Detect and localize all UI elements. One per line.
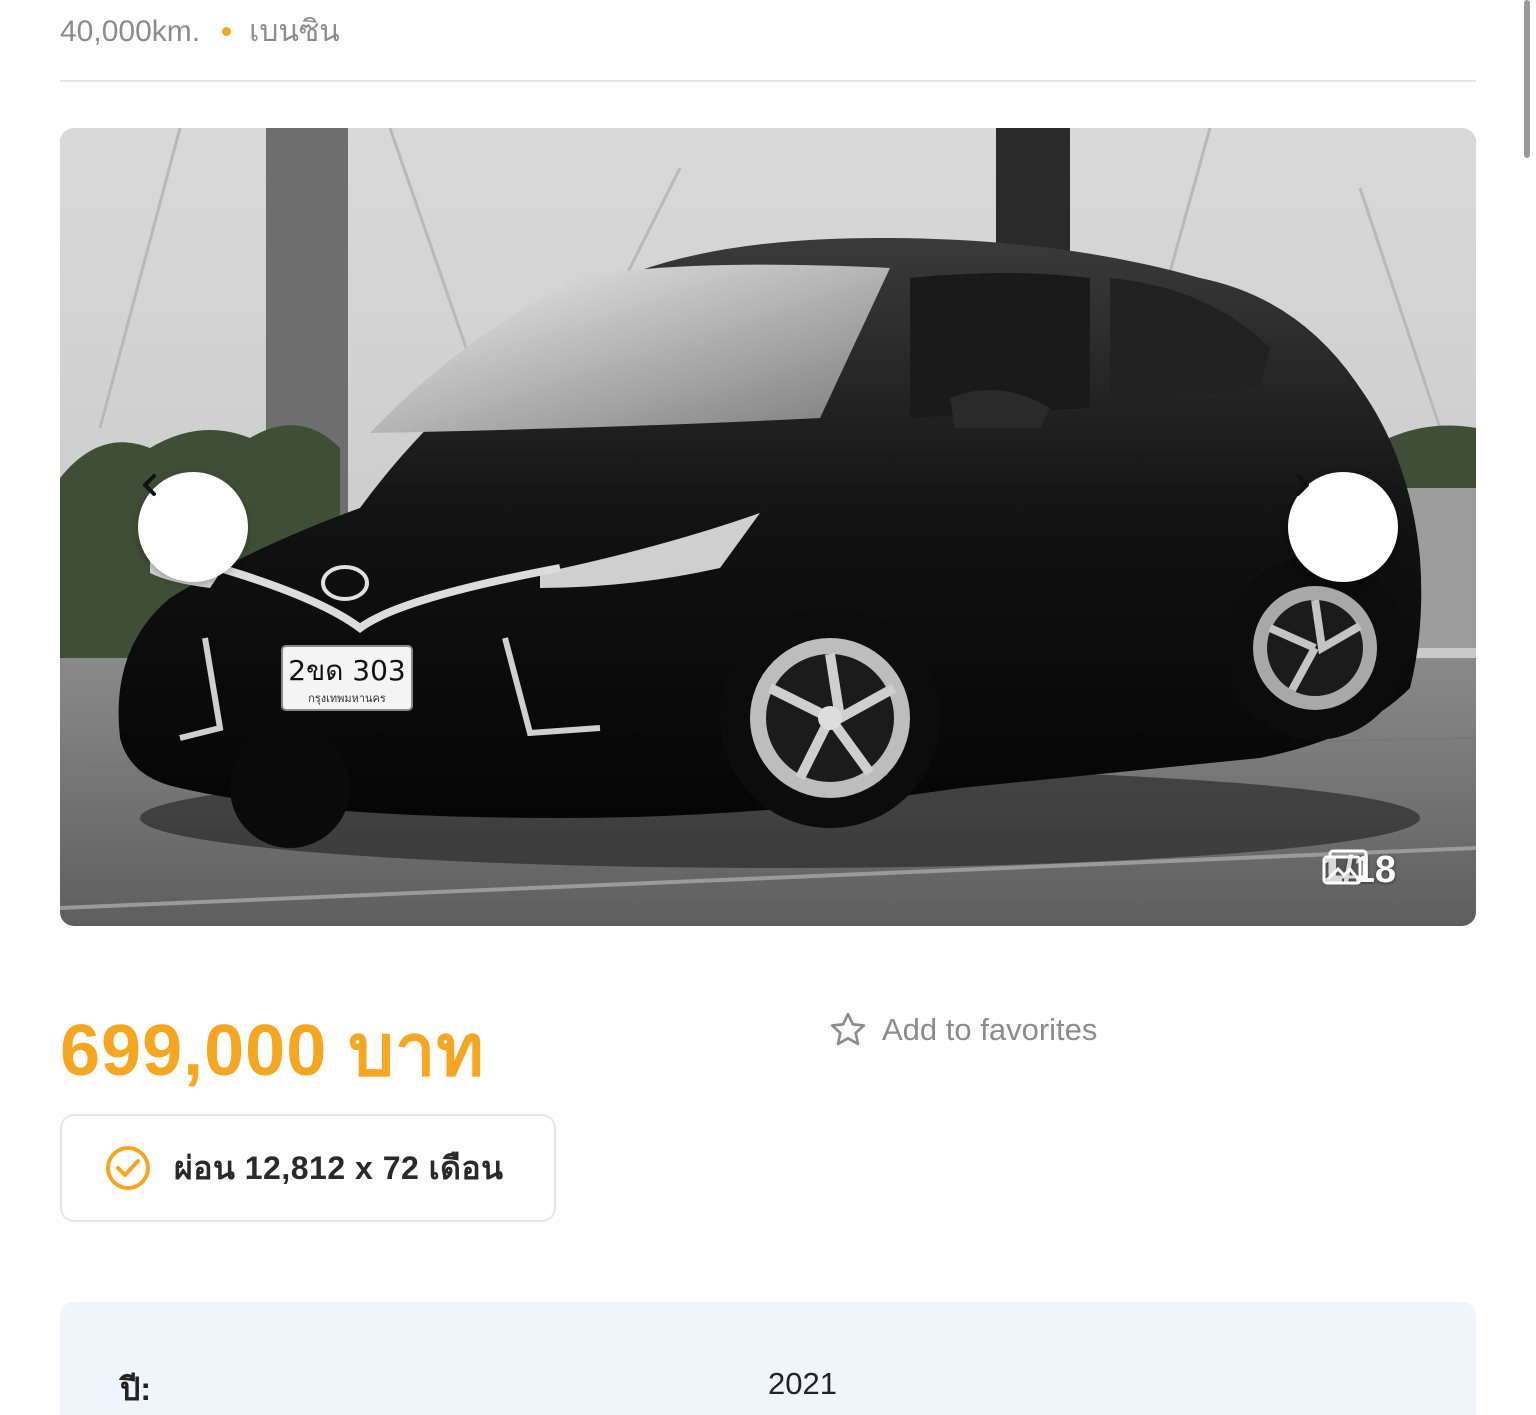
plate-city: กรุงเทพมหานคร [308,692,386,705]
fuel-text: เบนซิน [249,15,340,48]
photo-counter: 1/18 [1322,849,1396,892]
spec-label-year: ปี: [120,1371,151,1407]
add-to-favorites-button[interactable]: Add to favorites [828,1010,1097,1050]
price: 699,000 บาท [60,1011,485,1091]
listing-meta: 40,000km. เบนซิน [60,8,340,55]
installment-text: ผ่อน 12,812 x 72 เดือน [174,1149,504,1186]
chevron-left-icon [143,474,156,496]
star-outline-icon [830,1012,866,1046]
prev-photo-button[interactable] [138,472,248,582]
plate-number: 2ขด 303 [288,654,405,687]
chevron-right-icon [1296,474,1309,496]
mileage-text: 40,000km. [60,14,201,48]
add-to-favorites-label: Add to favorites [882,1012,1098,1047]
images-stack-icon [1322,849,1368,885]
scrollbar[interactable] [1524,0,1530,158]
listing-page: 40,000km. เบนซิน 2ขด 303 กรุงเทพมหานคร 6… [0,0,1536,1415]
divider [60,80,1476,82]
check-circle-icon [106,1146,150,1190]
spec-value-year: 2021 [768,1366,837,1401]
spec-panel: ปี: 2021 [60,1302,1476,1415]
next-photo-button[interactable] [1288,472,1398,582]
photo-gallery[interactable]: 2ขด 303 กรุงเทพมหานคร [60,128,1476,926]
separator-dot [222,27,232,36]
installment-badge: ผ่อน 12,812 x 72 เดือน [60,1114,556,1222]
car-photo: 2ขด 303 กรุงเทพมหานคร [60,128,1476,926]
